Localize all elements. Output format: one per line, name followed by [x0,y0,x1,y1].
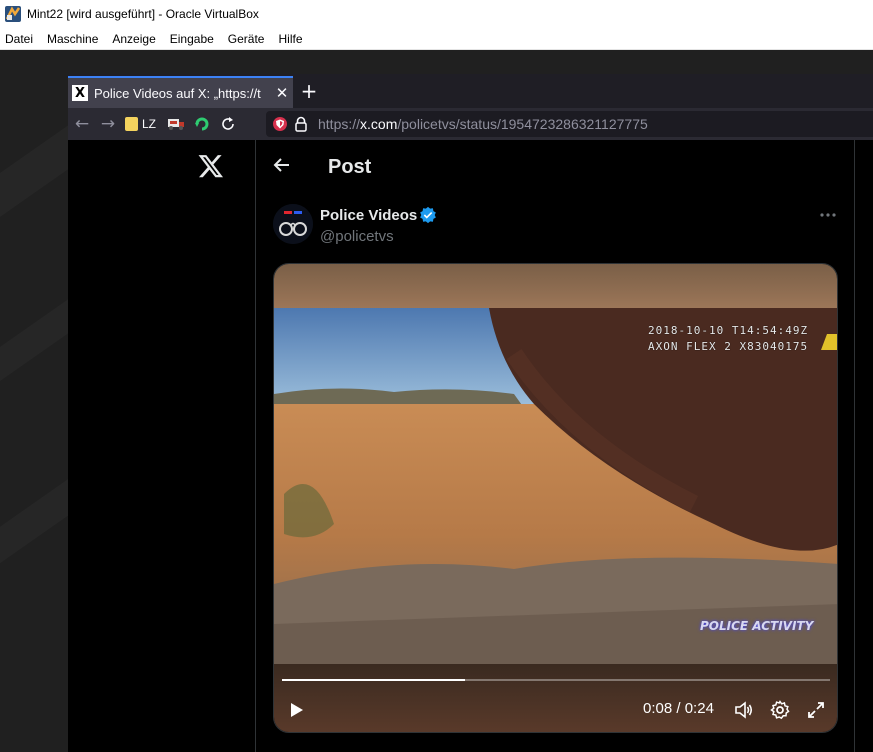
truck-extension-icon[interactable] [166,114,186,134]
url-scheme: https:// [318,116,361,132]
tab-strip: X Police Videos auf X: „https://t ✕ + [68,74,873,108]
duration: 0:24 [684,700,714,717]
primary-column: Post Police Videos @policetvs 2018-10-10… [255,140,855,752]
timestamp-line-1: 2018-10-10 T14:54:49Z [648,324,809,337]
play-icon[interactable] [286,700,306,720]
timestamp-line-2: AXON FLEX 2 X83040175 [648,340,809,353]
x-favicon-icon: X [72,85,88,101]
menu-anzeige[interactable]: Anzeige [107,32,161,46]
author-name[interactable]: Police Videos [320,207,417,224]
firefox-window: X Police Videos auf X: „https://t ✕ + ← … [68,74,873,752]
shield-icon[interactable] [272,116,288,132]
fullscreen-icon[interactable] [806,700,826,720]
lock-icon[interactable] [294,116,308,132]
menu-maschine[interactable]: Maschine [42,32,104,46]
verified-badge-icon [420,206,436,224]
author-handle[interactable]: @policetvs [320,228,394,245]
back-arrow-icon[interactable] [273,156,291,174]
settings-gear-icon[interactable] [770,700,790,720]
refresh-extension-icon[interactable] [192,114,212,134]
video-player[interactable]: 2018-10-10 T14:54:49Z AXON FLEX 2 X83040… [273,263,838,733]
menu-hilfe[interactable]: Hilfe [273,32,308,46]
navigation-toolbar: ← → LZ https://x.com/policetvs/status/19… [68,108,873,140]
volume-icon[interactable] [734,700,754,720]
vbox-window-title: Mint22 [wird ausgeführt] - Oracle Virtua… [27,7,259,21]
vbox-menubar: Datei Maschine Anzeige Eingabe Geräte Hi… [0,28,873,50]
video-progress-fill [282,679,465,681]
tab-close-icon[interactable]: ✕ [274,84,290,102]
virtualbox-app-icon[interactable] [4,5,22,23]
reload-icon[interactable] [218,114,238,134]
page-title: Post [328,156,372,178]
url-text[interactable]: https://x.com/policetvs/status/195472328… [318,116,648,132]
new-tab-plus-icon[interactable]: + [299,81,319,101]
menu-eingabe[interactable]: Eingabe [165,32,220,46]
x-logo-icon[interactable] [198,155,224,179]
video-watermark: POLICE ACTIVITY [700,619,814,633]
bookmark-label: LZ [142,117,157,131]
avatar[interactable] [273,204,313,244]
current-time: 0:08 [643,700,673,717]
bodycam-timestamp: 2018-10-10 T14:54:49Z AXON FLEX 2 X83040… [648,323,808,355]
url-path: /policetvs/status/1954723286321127775 [397,116,648,132]
handcuffs-avatar-icon [273,204,313,244]
bookmark-lz[interactable]: LZ [125,117,156,131]
video-time-readout: 0:08 / 0:24 [643,700,714,717]
tab-title: Police Videos auf X: „https://t [94,85,261,101]
menu-datei[interactable]: Datei [0,32,39,46]
vbox-titlebar: Mint22 [wird ausgeführt] - Oracle Virtua… [0,0,873,28]
back-arrow-icon[interactable]: ← [69,111,95,137]
bookmark-folder-icon [125,117,138,131]
video-progress-bar[interactable] [282,679,830,681]
guest-desktop: X Police Videos auf X: „https://t ✕ + ← … [0,50,873,752]
tab-active[interactable]: X Police Videos auf X: „https://t ✕ [68,76,293,108]
url-host: x.com [360,116,398,132]
menu-geraete[interactable]: Geräte [223,32,271,46]
more-options-icon[interactable] [818,205,838,225]
time-separator: / [672,700,685,717]
x-page: Post Police Videos @policetvs 2018-10-10… [68,140,873,752]
url-bar[interactable]: https://x.com/policetvs/status/195472328… [266,111,873,137]
forward-arrow-icon[interactable]: → [95,111,121,137]
